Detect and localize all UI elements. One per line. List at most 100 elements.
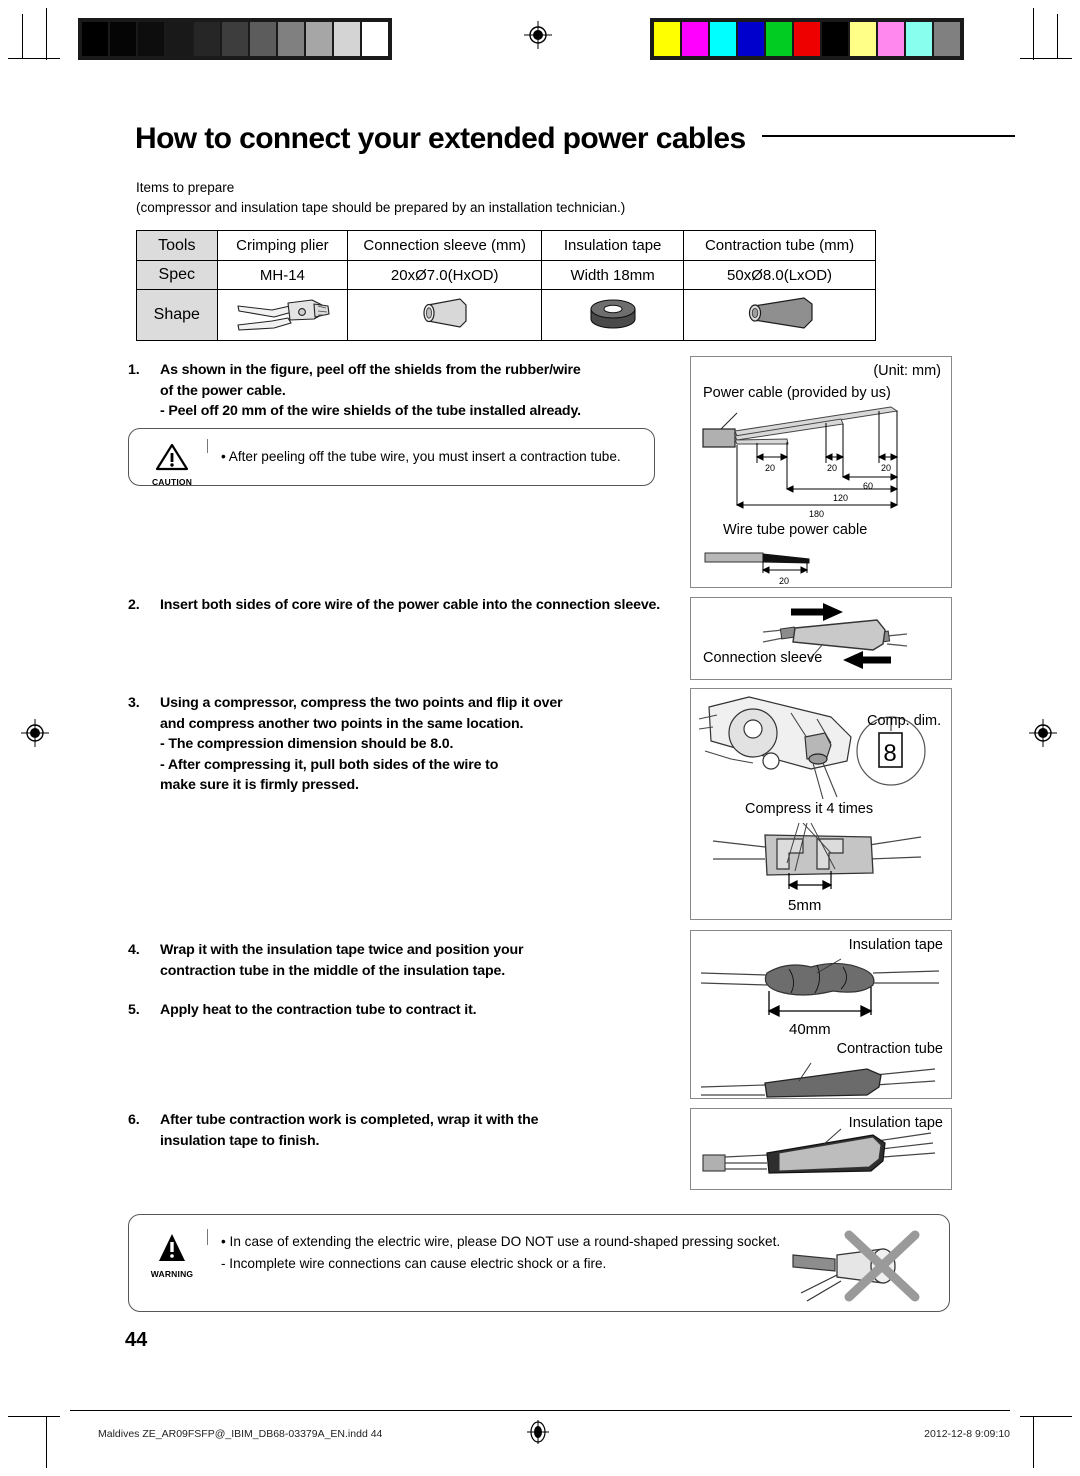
cell-tools-connection-sleeve: Connection sleeve (mm) <box>347 230 543 261</box>
grayscale-swatch-2 <box>138 22 164 56</box>
figure-compression: 8 Comp. dim. Compress it 4 times 5mm <box>690 688 952 920</box>
compress-times-label: Compress it 4 times <box>745 801 874 817</box>
color-swatch-6 <box>822 22 848 56</box>
step-1-number: 1. <box>128 362 140 378</box>
crop-mark-top-left-h <box>8 58 60 59</box>
grayscale-swatch-4 <box>194 22 220 56</box>
table-row-shape: Shape <box>136 289 876 341</box>
caution-icon-group: CAUTION <box>143 443 201 487</box>
compressed-sleeve-drawing <box>712 823 922 890</box>
page-title: How to connect your extended power cable… <box>135 122 746 155</box>
cell-spec-connection-sleeve: 20xØ7.0(HxOD) <box>347 260 543 290</box>
step-4-number: 4. <box>128 942 140 958</box>
page-content: How to connect your extended power cable… <box>70 60 1015 1360</box>
warning-triangle-icon <box>155 443 189 471</box>
step-1-line-3: - Peel off 20 mm of the wire shields of … <box>160 403 581 419</box>
color-swatch-3 <box>738 22 764 56</box>
footer-filename: Maldives ZE_AR09FSFP@_IBIM_DB68-03379A_E… <box>98 1428 383 1440</box>
row-header-spec: Spec <box>136 260 218 290</box>
registration-mark-right <box>1029 719 1057 747</box>
compression-spacing-label: 5mm <box>788 897 822 914</box>
step-2-body: Insert both sides of core wire of the po… <box>160 595 688 616</box>
contraction-tube-icon <box>748 297 813 329</box>
color-swatch-4 <box>766 22 792 56</box>
row-header-tools: Tools <box>136 230 218 261</box>
contraction-tube-label: Contraction tube <box>836 1041 943 1057</box>
grayscale-swatch-1 <box>110 22 136 56</box>
grayscale-swatch-7 <box>278 22 304 56</box>
edge-tick-left <box>22 14 23 58</box>
step-6-line-1: After tube contraction work is completed… <box>160 1112 539 1128</box>
final-taped-joint-drawing <box>702 1128 936 1174</box>
power-cable-dimension-drawing: 20 20 20 60 120 180 <box>702 406 899 519</box>
cell-shape-insulation-tape <box>541 289 685 341</box>
grayscale-swatch-6 <box>250 22 276 56</box>
grayscale-swatch-10 <box>362 22 388 56</box>
grayscale-swatch-8 <box>306 22 332 56</box>
forbidden-round-socket-icon <box>792 1230 920 1302</box>
warning-exclamation-icon <box>159 1234 185 1261</box>
step-4-line-2: contraction tube in the middle of the in… <box>160 962 506 979</box>
power-cable-caption: Power cable (provided by us) <box>703 385 891 401</box>
step-2-number: 2. <box>128 597 140 613</box>
color-swatch-9 <box>906 22 932 56</box>
grayscale-swatch-9 <box>334 22 360 56</box>
svg-text:180: 180 <box>809 509 824 519</box>
registration-mark-left <box>21 719 49 747</box>
step-3-line-3: - The compression dimension should be 8.… <box>160 736 454 752</box>
step-4-line-1: Wrap it with the insulation tape twice a… <box>160 942 524 958</box>
step-5: 5. Apply heat to the contraction tube to… <box>128 1000 688 1021</box>
cell-spec-insulation-tape: Width 18mm <box>541 260 685 290</box>
crimping-plier-icon <box>237 299 330 331</box>
step-3-line-1: Using a compressor, compress the two poi… <box>160 695 563 711</box>
warning-divider <box>207 1229 208 1245</box>
cell-shape-contraction-tube <box>683 289 876 341</box>
page-title-row: How to connect your extended power cable… <box>135 122 1015 156</box>
step-1-line-2: of the power cable. <box>160 382 286 399</box>
step-6-line-2: insulation tape to finish. <box>160 1132 320 1149</box>
cell-tools-contraction-tube: Contraction tube (mm) <box>683 230 876 261</box>
comp-dim-value-text: 8 <box>883 740 896 767</box>
caution-line-1: • After peeling off the tube wire, you m… <box>221 449 621 464</box>
color-calibration-bar <box>650 18 964 60</box>
intro-text: Items to prepare (compressor and insulat… <box>136 178 625 218</box>
caution-text: • After peeling off the tube wire, you m… <box>221 446 621 468</box>
grayscale-swatch-5 <box>222 22 248 56</box>
table-row-spec: Spec MH-14 20xØ7.0(HxOD) Width 18mm 50xØ… <box>136 260 876 290</box>
step-3: 3. Using a compressor, compress the two … <box>128 693 688 796</box>
insulation-tape-roll-icon <box>590 299 636 329</box>
step-5-line-1: Apply heat to the contraction tube to co… <box>160 1002 477 1018</box>
color-swatch-10 <box>934 22 960 56</box>
crop-mark-bottom-left-v <box>46 1416 47 1468</box>
caution-label: CAUTION <box>151 477 193 487</box>
step-1: 1. As shown in the figure, peel off the … <box>128 360 688 422</box>
svg-text:20: 20 <box>827 463 837 473</box>
insulation-tape-label-1: Insulation tape <box>848 937 943 953</box>
color-swatch-2 <box>710 22 736 56</box>
svg-text:20: 20 <box>881 463 891 473</box>
crop-mark-bottom-right-h <box>1020 1416 1072 1417</box>
warning-line-2: - Incomplete wire connections can cause … <box>221 1256 607 1271</box>
warning-line-1: • In case of extending the electric wire… <box>221 1234 781 1249</box>
warning-label: WARNING <box>150 1269 194 1279</box>
step-1-body: As shown in the figure, peel off the shi… <box>160 360 688 422</box>
cell-shape-crimping-plier <box>216 289 349 341</box>
svg-text:20: 20 <box>765 463 775 473</box>
registration-mark-top <box>524 21 552 49</box>
connection-sleeve-caption: Connection sleeve <box>703 650 823 666</box>
step-4-body: Wrap it with the insulation tape twice a… <box>160 940 688 981</box>
step-4: 4. Wrap it with the insulation tape twic… <box>128 940 688 981</box>
step-3-line-5: make sure it is firmly pressed. <box>160 777 359 793</box>
wire-tube-dimension-drawing: 20 <box>704 552 810 586</box>
color-swatch-8 <box>878 22 904 56</box>
grayscale-swatch-3 <box>166 22 192 56</box>
caution-box: CAUTION • After peeling off the tube wir… <box>128 428 655 487</box>
color-swatch-7 <box>850 22 876 56</box>
step-5-body: Apply heat to the contraction tube to co… <box>160 1000 688 1021</box>
step-6: 6. After tube contraction work is comple… <box>128 1110 688 1151</box>
contraction-tube-drawing <box>700 1062 936 1098</box>
cell-tools-insulation-tape: Insulation tape <box>541 230 685 261</box>
items-to-prepare-table: Tools Crimping plier Connection sleeve (… <box>136 230 876 341</box>
footer-timestamp: 2012-12-8 9:09:10 <box>924 1428 1010 1440</box>
registration-mark-bottom <box>527 1420 549 1444</box>
